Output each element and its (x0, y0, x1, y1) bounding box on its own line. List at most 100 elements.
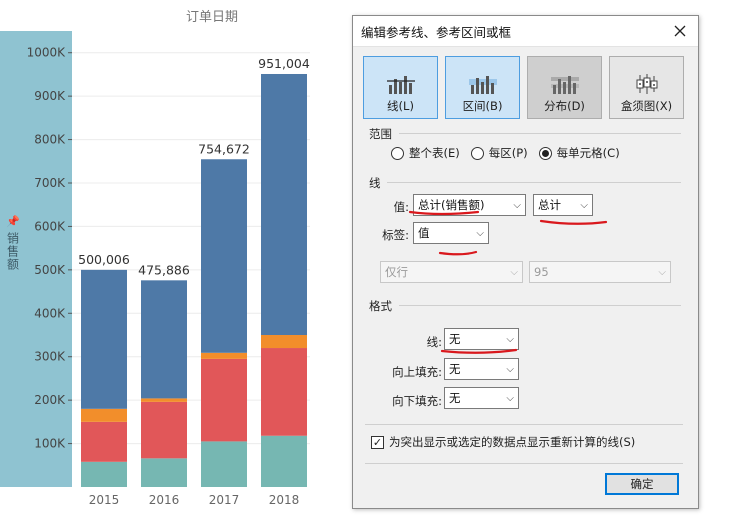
y-tick-label: 800K (34, 133, 66, 147)
type-button-line[interactable]: 线(L) (363, 56, 438, 119)
x-category-label: 2015 (89, 493, 120, 507)
type-button-band-label: 区间(B) (462, 99, 503, 113)
sales-chart: 📌 销售额 订单日期 100K 200K 300K 400K 500K 600K 700K 8… (0, 0, 352, 519)
radio-circle-selected (538, 146, 552, 160)
bar-segment-2016-4[interactable] (141, 280, 187, 399)
bar-segment-2017-4[interactable] (201, 159, 247, 353)
distribution-icon (550, 76, 579, 94)
bar-segment-2016-2[interactable] (141, 401, 187, 459)
dialog-titlebar[interactable]: 编辑参考线、参考区间或框 (353, 16, 698, 47)
type-button-band[interactable]: 区间(B) (445, 56, 520, 119)
scope-radio-per-pane[interactable]: 每区(P) (470, 145, 528, 161)
type-button-distribution-label: 分布(D) (544, 99, 585, 113)
bar-segment-2017-3[interactable] (201, 352, 247, 359)
bar-segment-2015-3[interactable] (81, 408, 127, 422)
confidence-select[interactable]: 95 ⌵ (529, 261, 671, 283)
y-tick-label: 1000K (27, 46, 67, 60)
y-tick-label: 600K (34, 219, 66, 233)
x-category-label: 2016 (149, 493, 180, 507)
band-icon (468, 76, 497, 94)
bar-segment-2018-2[interactable] (261, 348, 307, 436)
bar-segment-2017-1[interactable] (201, 441, 247, 487)
bar-segment-2015-2[interactable] (81, 421, 127, 462)
recalc-checkbox[interactable]: ✓ 为突出显示或选定的数据点显示重新计算的线(S) (371, 434, 635, 450)
type-button-boxplot-label: 盒须图(X) (620, 99, 673, 113)
chevron-down-icon: ⌵ (513, 199, 521, 211)
bar-chart-svg: 100K 200K 300K 400K 500K 600K 700K 800K 900K 1000… (27, 46, 310, 507)
scope-section-label: 范围 (369, 127, 392, 141)
bar-segment-2016-1[interactable] (141, 458, 187, 487)
fill-below-selected: 无 (449, 391, 461, 405)
radio-circle (391, 146, 404, 160)
footer-divider (365, 463, 683, 464)
y-tick-label: 500K (34, 263, 66, 277)
tooltip-mode-select[interactable]: 仅行 ⌵ (380, 261, 523, 283)
scope-radio-group: 整个表(E) 每区(P) 每单元格(C) (391, 145, 631, 161)
bar-total-label: 754,672 (198, 141, 250, 156)
boxplot-icon (636, 74, 657, 94)
x-category-label: 2017 (209, 493, 240, 507)
scope-radio-per-cell[interactable]: 每单元格(C) (538, 145, 620, 161)
chevron-down-icon: ⌵ (510, 266, 518, 278)
line-icon (386, 76, 415, 94)
tooltip-mode-selected: 仅行 (385, 265, 408, 279)
bar-total-label: 500,006 (78, 252, 130, 267)
fill-above-selected: 无 (449, 362, 461, 376)
line-divider (387, 182, 681, 183)
radio-circle (470, 146, 484, 160)
chevron-down-icon: ⌵ (580, 199, 588, 211)
close-icon (674, 25, 686, 37)
bar-segment-2015-1[interactable] (81, 461, 127, 487)
fill-above-select[interactable]: 无 ⌵ (444, 358, 519, 380)
recalc-checkbox-label: 为突出显示或选定的数据点显示重新计算的线(S) (389, 435, 636, 449)
format-divider (399, 305, 681, 306)
scope-radio-entire-table[interactable]: 整个表(E) (391, 145, 460, 161)
type-button-boxplot[interactable]: 盒须图(X) (609, 56, 684, 119)
value-field-select[interactable]: 总计(销售额) ⌵ (413, 194, 526, 216)
format-line-selected: 无 (449, 332, 461, 346)
type-button-distribution[interactable]: 分布(D) (527, 56, 602, 119)
chevron-down-icon: ⌵ (506, 363, 514, 375)
format-line-label: 线: (426, 335, 442, 349)
y-tick-label: 700K (34, 176, 66, 190)
y-tick-label: 400K (34, 306, 66, 320)
bar-segment-2016-3[interactable] (141, 398, 187, 402)
fill-below-label: 向下填充: (392, 394, 442, 408)
bar-segment-2017-2[interactable] (201, 358, 247, 442)
dialog-title: 编辑参考线、参考区间或框 (361, 24, 512, 40)
reference-line-dialog: 编辑参考线、参考区间或框 线(L) 区间(B) 分布(D) 盒须图(X) 范围 … (352, 15, 699, 509)
y-tick-label: 300K (34, 350, 66, 364)
aggregation-selected: 总计 (538, 198, 561, 212)
checkmark-icon: ✓ (371, 435, 384, 449)
ok-button[interactable]: 确定 (605, 473, 679, 495)
chevron-down-icon: ⌵ (476, 227, 484, 239)
bar-segment-2018-3[interactable] (261, 335, 307, 349)
x-category-label: 2018 (269, 493, 300, 507)
chevron-down-icon: ⌵ (506, 392, 514, 404)
bar-segment-2018-4[interactable] (261, 73, 307, 335)
aggregation-select[interactable]: 总计 ⌵ (533, 194, 593, 216)
y-tick-label: 200K (34, 393, 66, 407)
chevron-down-icon: ⌵ (658, 266, 666, 278)
fill-above-label: 向上填充: (392, 365, 442, 379)
radio-label: 每区(P) (488, 146, 528, 160)
tag-field-label: 标签: (382, 228, 409, 242)
fill-below-select[interactable]: 无 ⌵ (444, 387, 519, 409)
scope-divider (399, 133, 681, 134)
bar-segment-2015-4[interactable] (81, 269, 127, 409)
format-line-select[interactable]: 无 ⌵ (444, 328, 519, 350)
value-field-selected: 总计(销售额) (418, 198, 485, 212)
bar-segment-2018-1[interactable] (261, 435, 307, 487)
y-tick-label: 100K (34, 437, 66, 451)
line-section-label: 线 (369, 176, 381, 190)
close-button[interactable] (670, 21, 690, 41)
confidence-selected: 95 (534, 265, 549, 279)
checkbox-divider (365, 424, 683, 425)
radio-label: 每单元格(C) (556, 146, 620, 160)
y-tick-label: 900K (34, 89, 66, 103)
tag-selected: 值 (418, 226, 430, 240)
radio-label: 整个表(E) (409, 146, 460, 160)
bar-total-label: 951,004 (258, 56, 310, 71)
type-button-line-label: 线(L) (387, 99, 414, 113)
tag-select[interactable]: 值 ⌵ (413, 222, 489, 244)
